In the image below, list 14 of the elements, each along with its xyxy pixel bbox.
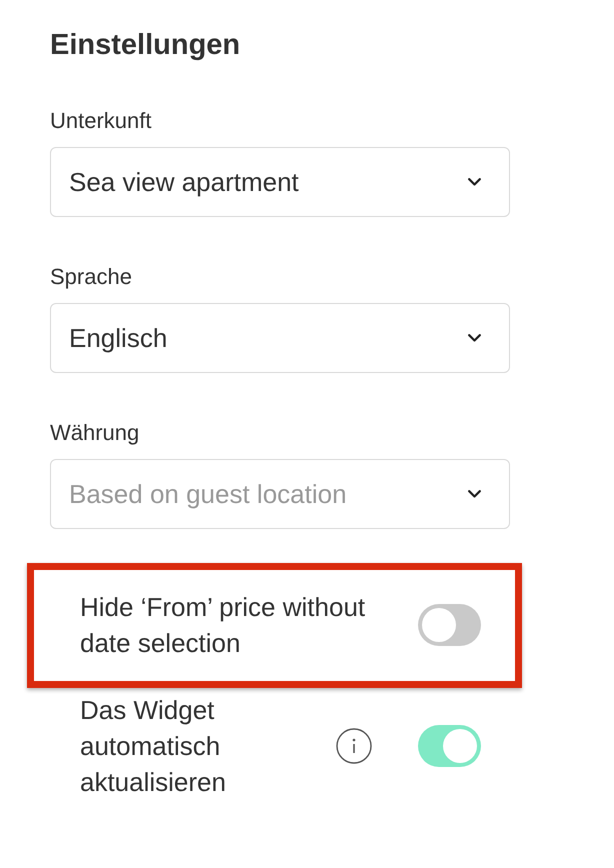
field-label: Sprache [50, 263, 132, 291]
chevron-down-icon [468, 178, 481, 186]
select-field[interactable]: Sea view apartment [50, 147, 510, 217]
setting-label: Hide ‘From’ price without date selection [80, 591, 366, 660]
chevron-down-icon [468, 490, 481, 498]
field-label: Währung [50, 419, 140, 447]
settings-heading: Einstellungen [50, 29, 240, 61]
chevron-down-icon [468, 334, 481, 342]
field-label: Unterkunft [50, 107, 152, 135]
select-field[interactable]: Englisch [50, 303, 510, 373]
toggle-switch[interactable] [418, 604, 481, 646]
toggle-switch[interactable] [418, 725, 481, 767]
setting-label: Das Widget automatisch aktualisieren [80, 694, 227, 799]
info-icon[interactable] [336, 728, 372, 764]
